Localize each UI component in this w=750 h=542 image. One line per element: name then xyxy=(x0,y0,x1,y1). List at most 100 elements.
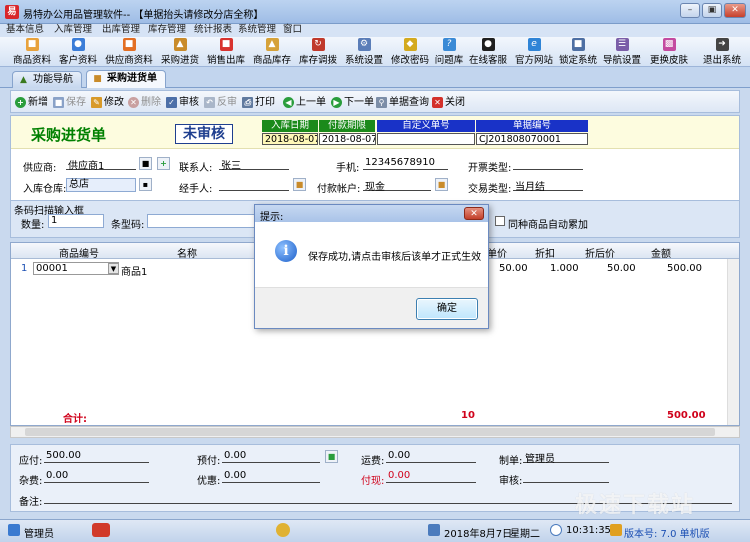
delete-button[interactable]: ✕ 删除 xyxy=(128,95,161,110)
save-button[interactable]: ■ 保存 xyxy=(53,95,86,110)
trade-type-field[interactable]: 当月结 xyxy=(513,178,583,193)
handler-field[interactable] xyxy=(219,178,289,191)
freight-field[interactable]: 0.00 xyxy=(386,450,476,463)
vip-icon xyxy=(92,523,110,537)
close-document-button[interactable]: ✕ 关闭 xyxy=(432,95,465,110)
toolbar-sales-button[interactable]: ■ 销售出库 xyxy=(204,38,248,66)
payable-field[interactable]: 500.00 xyxy=(44,450,149,463)
paid-field[interactable]: 0.00 xyxy=(386,470,476,483)
supplier-picker-icon[interactable]: ■ xyxy=(139,157,152,170)
toolbar-suppliers-button[interactable]: ■ 供应商资料 xyxy=(102,38,156,66)
document-query-button[interactable]: ⚲ 单据查询 xyxy=(376,95,429,110)
handler-picker-icon[interactable]: ■ xyxy=(293,178,306,191)
edit-button[interactable]: ✎ 修改 xyxy=(91,95,124,110)
document-number-header: 单据编号 xyxy=(476,120,588,132)
toolbar-settings-button[interactable]: ⚙ 系统设置 xyxy=(342,38,386,66)
toolbar-products-button[interactable]: ■ 商品资料 xyxy=(10,38,54,66)
row-discount-cell[interactable]: 1.000 xyxy=(550,263,579,274)
toolbar-stock-button[interactable]: ▲ 商品库存 xyxy=(250,38,294,66)
contact-label: 联系人: xyxy=(179,163,213,174)
discount-label: 优惠: xyxy=(197,476,221,487)
key-icon: ◆ xyxy=(403,38,417,51)
add-supplier-icon[interactable]: + xyxy=(157,157,170,170)
ok-button[interactable]: 确定 xyxy=(416,298,478,320)
maximize-button[interactable]: ▣ xyxy=(702,3,722,18)
auto-accumulate-label: 同种商品自动累加 xyxy=(508,220,588,231)
discount-field[interactable]: 0.00 xyxy=(222,470,320,483)
toolbar-lock-button[interactable]: ■ 锁定系统 xyxy=(556,38,600,66)
status-weekday: 星期二 xyxy=(510,529,540,540)
table-scrollbar[interactable] xyxy=(727,259,739,425)
document-header: 采购进货单 未审核 入库日期 付款期限 自定义单号 单据编号 2018-08-0… xyxy=(10,115,740,201)
auto-accumulate-checkbox[interactable] xyxy=(495,216,505,226)
invoice-type-field[interactable] xyxy=(513,157,583,170)
prepaid-picker-icon[interactable]: ■ xyxy=(325,450,338,463)
menu-reports[interactable]: 统计报表 xyxy=(194,24,232,36)
toolbar-exit-button[interactable]: ➜ 退出系统 xyxy=(700,38,744,66)
total-amount: 500.00 xyxy=(667,410,706,421)
supplier-field[interactable]: 供应商1 xyxy=(66,157,136,172)
lock-icon: ■ xyxy=(571,38,585,51)
menu-window[interactable]: 窗口 xyxy=(283,24,302,36)
row-price-cell[interactable]: 50.00 xyxy=(499,263,528,274)
toolbar-faq-button[interactable]: ? 问题库 xyxy=(432,38,466,66)
paid-label: 付现: xyxy=(361,476,385,487)
chevron-down-icon[interactable]: ▼ xyxy=(108,263,119,274)
toolbar-support-button[interactable]: ● 在线客服 xyxy=(466,38,510,66)
status-bar: 管理员 2018年8月7日 星期二 10:31:35 版本号: 7.0 单机版 xyxy=(0,519,750,542)
close-icon: ✕ xyxy=(432,97,443,108)
invoice-type-label: 开票类型: xyxy=(468,163,512,174)
phone-field[interactable]: 12345678910 xyxy=(363,157,448,170)
inbound-date-field[interactable]: 2018-08-07 xyxy=(262,133,318,145)
account-field[interactable]: 现金 xyxy=(363,178,431,193)
menu-inbound[interactable]: 入库管理 xyxy=(54,24,92,36)
row-code-cell[interactable]: 00001 xyxy=(33,262,119,275)
toolbar-navigation-button[interactable]: ☰ 导航设置 xyxy=(600,38,644,66)
edit-icon: ✎ xyxy=(91,97,102,108)
payable-label: 应付: xyxy=(19,456,43,467)
toolbar-purchase-button[interactable]: ▲ 采购进货 xyxy=(158,38,202,66)
warehouse-field[interactable]: 总店 xyxy=(66,178,136,192)
row-name-cell[interactable]: 商品1 xyxy=(121,263,147,278)
unaudit-button[interactable]: ↶ 反审 xyxy=(204,95,237,110)
toolbar-skin-button[interactable]: ▩ 更换皮肤 xyxy=(644,38,694,66)
toolbar-customers-button[interactable]: ● 客户资料 xyxy=(56,38,100,66)
toolbar-password-button[interactable]: ◆ 修改密码 xyxy=(388,38,432,66)
warehouse-label: 入库仓库: xyxy=(23,184,67,195)
status-time: 10:31:35 xyxy=(566,525,611,536)
contact-field[interactable]: 张三 xyxy=(219,157,289,172)
account-picker-icon[interactable]: ■ xyxy=(435,178,448,191)
audit-button[interactable]: ✓ 审核 xyxy=(166,95,199,110)
horizontal-scrollbar[interactable] xyxy=(10,426,740,438)
prepaid-field[interactable]: 0.00 xyxy=(222,450,320,463)
toolbar-website-button[interactable]: e 官方网站 xyxy=(512,38,556,66)
menu-system[interactable]: 系统管理 xyxy=(238,24,276,36)
print-button[interactable]: ⎙ 打印 xyxy=(242,95,275,110)
close-window-button[interactable]: ✕ xyxy=(724,3,746,18)
warehouse-picker-icon[interactable]: ▪ xyxy=(139,178,152,191)
minimize-button[interactable]: – xyxy=(680,3,700,18)
col-discount: 折扣 xyxy=(535,249,555,260)
menu-outbound[interactable]: 出库管理 xyxy=(102,24,140,36)
barcode-field[interactable] xyxy=(147,214,255,228)
dialog-footer: 确定 xyxy=(255,287,488,328)
next-document-button[interactable]: ▶ 下一单 xyxy=(331,95,374,110)
home-icon: ▲ xyxy=(20,75,27,85)
misc-fee-field[interactable]: 0.00 xyxy=(44,470,149,483)
unaudit-icon: ↶ xyxy=(204,97,215,108)
account-label: 付款帐户: xyxy=(317,184,361,195)
new-button[interactable]: + 新增 xyxy=(15,95,48,110)
tab-purchase-order[interactable]: ■ 采购进货单 xyxy=(86,70,166,88)
custom-number-field[interactable] xyxy=(377,133,475,145)
toolbar-transfer-button[interactable]: ↻ 库存调拨 xyxy=(296,38,340,66)
col-after-discount: 折后价 xyxy=(585,249,615,260)
scroll-thumb[interactable] xyxy=(25,428,715,436)
quantity-field[interactable]: 1 xyxy=(48,214,104,228)
dialog-close-button[interactable]: ✕ xyxy=(464,207,484,220)
payment-deadline-field[interactable]: 2018-08-07 xyxy=(319,133,376,145)
prev-document-button[interactable]: ◀ 上一单 xyxy=(283,95,326,110)
menu-basic-info[interactable]: 基本信息 xyxy=(6,24,44,36)
menu-inventory[interactable]: 库存管理 xyxy=(148,24,186,36)
maker-field: 管理员 xyxy=(523,450,609,465)
tab-function-nav[interactable]: ▲ 功能导航 xyxy=(12,71,82,88)
